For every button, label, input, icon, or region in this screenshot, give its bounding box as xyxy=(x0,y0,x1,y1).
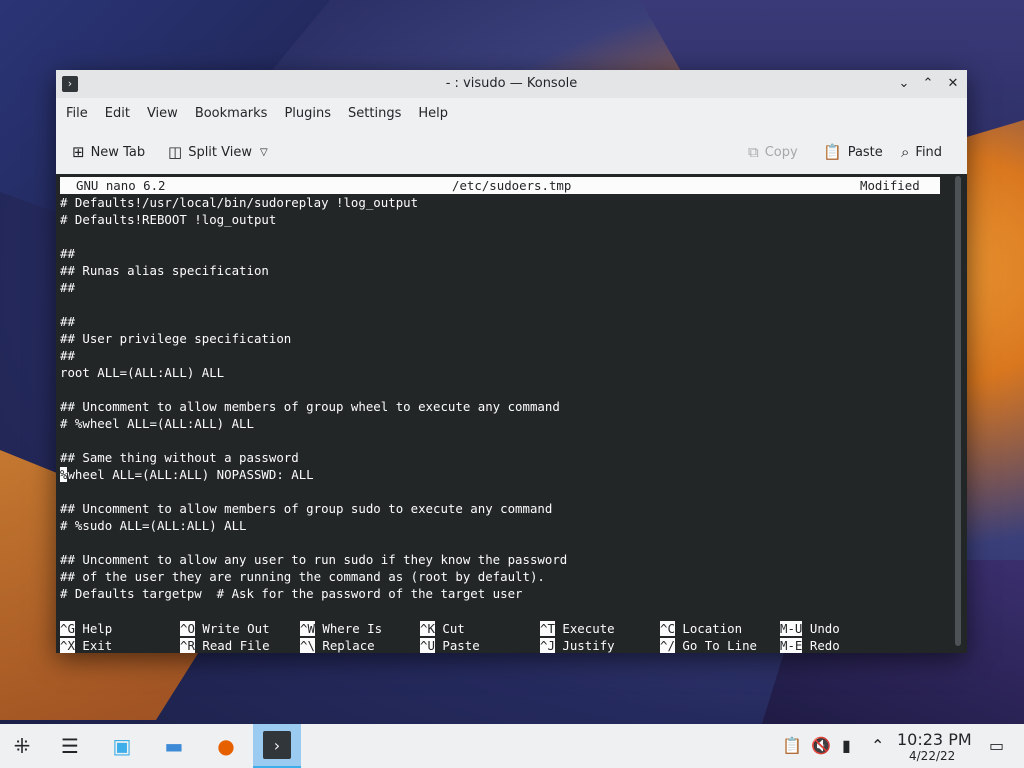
chevron-up-icon[interactable]: ⌃ xyxy=(871,736,884,755)
buffer-line-cursor: %wheel ALL=(ALL:ALL) NOPASSWD: ALL xyxy=(60,466,567,483)
buffer-line xyxy=(60,483,567,500)
buffer-line: ## User privilege specification xyxy=(60,331,292,346)
shortcut-where-is: ^W Where Is xyxy=(300,621,383,636)
firefox-icon[interactable]: ● xyxy=(208,730,244,762)
buffer-line xyxy=(60,296,567,313)
konsole-taskbar-icon[interactable]: › xyxy=(253,724,301,768)
shortcut-redo: M-E Redo xyxy=(780,638,840,653)
shortcut-row: ^G Help ^O Write Out ^W Where Is ^K Cut … xyxy=(60,620,940,637)
shortcut-execute: ^T Execute xyxy=(540,621,615,636)
application-launcher-icon[interactable]: ⁜ xyxy=(4,730,40,762)
removable-device-icon[interactable]: ▮ xyxy=(842,736,851,755)
buffer-line: ## xyxy=(60,246,75,261)
buffer-line: ## Uncomment to allow members of group w… xyxy=(60,399,560,414)
shortcut-cut: ^K Cut xyxy=(420,621,465,636)
nano-filename: /etc/sudoers.tmp xyxy=(452,178,572,193)
buffer-line: ## xyxy=(60,348,75,363)
buffer-line: # %sudo ALL=(ALL:ALL) ALL xyxy=(60,518,247,533)
title-bar[interactable]: › - : visudo — Konsole ⌄ ⌃ ✕ xyxy=(56,70,967,98)
toolbar: ⊞ New Tab ◫ Split View ▽ ⧉ Copy 📋 Paste … xyxy=(56,128,967,174)
buffer-line: ## of the user they are running the comm… xyxy=(60,569,545,584)
find-button[interactable]: ⌕ Find xyxy=(901,140,942,164)
split-view-label: Split View xyxy=(188,144,252,160)
menu-file[interactable]: File xyxy=(58,106,96,121)
menu-edit[interactable]: Edit xyxy=(97,106,138,121)
menu-bookmarks[interactable]: Bookmarks xyxy=(187,106,276,121)
menu-plugins[interactable]: Plugins xyxy=(276,106,339,121)
menu-bar: File Edit View Bookmarks Plugins Setting… xyxy=(56,98,967,128)
buffer-line: ## Runas alias specification xyxy=(60,263,269,278)
clock-date[interactable]: 4/22/22 xyxy=(909,749,955,763)
buffer-line: # %wheel ALL=(ALL:ALL) ALL xyxy=(60,416,254,431)
menu-settings[interactable]: Settings xyxy=(340,106,409,121)
minimize-button[interactable]: ⌄ xyxy=(894,74,914,94)
menu-view[interactable]: View xyxy=(139,106,186,121)
buffer-line: ## Uncomment to allow any user to run su… xyxy=(60,552,568,567)
shortcut-undo: M-U Undo xyxy=(780,621,840,636)
taskbar: ⁜ ☰ ▣ ▬ ● › 📋 🔇 ▮ ⌃ 10:23 PM 4/22/22 ▭ xyxy=(0,724,1024,768)
new-tab-icon: ⊞ xyxy=(72,143,85,161)
shortcut-go-to-line: ^/ Go To Line xyxy=(660,638,757,653)
system-settings-icon[interactable]: ☰ xyxy=(52,730,88,762)
clipboard-icon[interactable]: 📋 xyxy=(782,736,802,755)
buffer-line: root ALL=(ALL:ALL) ALL xyxy=(60,365,225,380)
shortcut-exit: ^X Exit xyxy=(60,638,113,653)
find-label: Find xyxy=(915,144,943,160)
volume-muted-icon[interactable]: 🔇 xyxy=(811,736,831,755)
file-manager-icon[interactable]: ▬ xyxy=(156,730,192,762)
search-icon: ⌕ xyxy=(901,143,910,161)
buffer-line xyxy=(60,228,567,245)
nano-buffer[interactable]: # Defaults!/usr/local/bin/sudoreplay !lo… xyxy=(60,194,567,602)
copy-label: Copy xyxy=(764,144,798,160)
new-tab-button[interactable]: ⊞ New Tab xyxy=(72,140,145,164)
copy-icon: ⧉ xyxy=(748,143,759,161)
shortcut-justify: ^J Justify xyxy=(540,638,615,653)
discover-store-icon[interactable]: ▣ xyxy=(104,730,140,762)
buffer-line: # Defaults!REBOOT !log_output xyxy=(60,212,277,227)
buffer-line: # Defaults targetpw # Ask for the passwo… xyxy=(60,586,523,601)
terminal-view[interactable]: GNU nano 6.2 /etc/sudoers.tmp Modified #… xyxy=(56,174,967,653)
shortcut-help: ^G Help xyxy=(60,621,113,636)
shortcut-row: ^X Exit ^R Read File ^\ Replace ^U Paste… xyxy=(60,637,940,653)
nano-version: GNU nano 6.2 xyxy=(76,178,166,193)
buffer-line: ## xyxy=(60,280,75,295)
shortcut-replace: ^\ Replace xyxy=(300,638,375,653)
terminal-scrollbar[interactable] xyxy=(955,176,961,646)
shortcut-location: ^C Location xyxy=(660,621,743,636)
menu-help[interactable]: Help xyxy=(410,106,456,121)
paste-button[interactable]: 📋 Paste xyxy=(823,140,883,164)
paste-label: Paste xyxy=(847,144,883,160)
buffer-line: ## Uncomment to allow members of group s… xyxy=(60,501,553,516)
buffer-line xyxy=(60,534,567,551)
copy-button[interactable]: ⧉ Copy xyxy=(748,140,798,164)
chevron-down-icon[interactable]: ▽ xyxy=(260,147,268,158)
clock-time[interactable]: 10:23 PM xyxy=(897,730,972,749)
buffer-line: # Defaults!/usr/local/bin/sudoreplay !lo… xyxy=(60,195,419,210)
buffer-line-text: wheel ALL=(ALL:ALL) NOPASSWD: ALL xyxy=(67,467,314,482)
buffer-line xyxy=(60,432,567,449)
split-view-icon: ◫ xyxy=(168,143,183,161)
show-desktop-icon[interactable]: ▭ xyxy=(989,736,1004,755)
split-view-button[interactable]: ◫ Split View ▽ xyxy=(168,140,268,164)
buffer-line: ## xyxy=(60,314,75,329)
nano-status: Modified xyxy=(860,178,920,193)
new-tab-label: New Tab xyxy=(90,144,146,160)
konsole-window: › - : visudo — Konsole ⌄ ⌃ ✕ File Edit V… xyxy=(56,70,967,653)
window-title: - : visudo — Konsole xyxy=(445,76,578,91)
nano-header-bar: GNU nano 6.2 /etc/sudoers.tmp Modified xyxy=(60,177,940,194)
shortcut-read-file: ^R Read File xyxy=(180,638,270,653)
shortcut-paste: ^U Paste xyxy=(420,638,480,653)
buffer-line xyxy=(60,381,567,398)
buffer-line: ## Same thing without a password xyxy=(60,450,299,465)
nano-shortcut-bar: ^G Help ^O Write Out ^W Where Is ^K Cut … xyxy=(60,620,940,653)
paste-icon: 📋 xyxy=(823,143,842,161)
close-button[interactable]: ✕ xyxy=(943,74,963,94)
shortcut-write-out: ^O Write Out xyxy=(180,621,270,636)
maximize-button[interactable]: ⌃ xyxy=(918,74,938,94)
